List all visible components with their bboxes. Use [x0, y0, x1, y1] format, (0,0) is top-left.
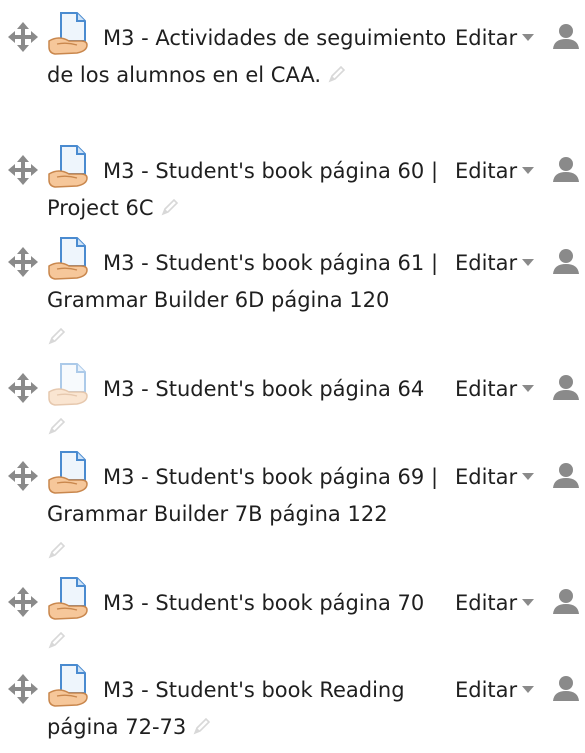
caret-down-icon — [522, 599, 535, 606]
activity-title-text[interactable]: M3 - Actividades de seguimiento de los a… — [47, 26, 446, 87]
activity-title-link[interactable]: M3 - Student's book página 64 — [47, 371, 447, 408]
user-icon[interactable] — [552, 155, 580, 183]
activity-title-link[interactable]: M3 - Student's book Reading página 72-73 — [47, 672, 447, 746]
caret-down-icon — [522, 473, 535, 480]
user-icon[interactable] — [552, 674, 580, 702]
user-icon[interactable] — [552, 373, 580, 401]
pencil-icon[interactable] — [327, 64, 347, 84]
activity-row: M3 - Student's book página 60 | Project … — [0, 153, 585, 227]
move-icon[interactable] — [8, 22, 38, 52]
move-icon[interactable] — [8, 373, 38, 403]
activity-title-link[interactable]: M3 - Actividades de seguimiento de los a… — [47, 20, 447, 94]
edit-menu-button[interactable]: Editar — [455, 585, 535, 622]
caret-down-icon — [522, 167, 535, 174]
edit-menu-button[interactable]: Editar — [455, 371, 535, 408]
move-icon[interactable] — [8, 461, 38, 491]
pencil-icon[interactable] — [47, 326, 67, 346]
move-icon[interactable] — [8, 247, 38, 277]
edit-menu-label: Editar — [455, 377, 518, 401]
caret-down-icon — [522, 34, 535, 41]
activity-title-link[interactable]: M3 - Student's book página 60 | Project … — [47, 153, 447, 227]
edit-menu-label: Editar — [455, 26, 518, 50]
edit-menu-button[interactable]: Editar — [455, 153, 535, 190]
user-icon[interactable] — [552, 587, 580, 615]
activity-row: M3 - Student's book Reading página 72-73… — [0, 672, 585, 750]
pencil-icon[interactable] — [160, 197, 180, 217]
user-icon[interactable] — [552, 247, 580, 275]
activity-title-text[interactable]: M3 - Student's book página 64 — [103, 377, 424, 401]
activity-title-text[interactable]: M3 - Student's book página 70 — [103, 591, 424, 615]
edit-menu-label: Editar — [455, 465, 518, 489]
move-icon[interactable] — [8, 587, 38, 617]
edit-menu-button[interactable]: Editar — [455, 459, 535, 496]
pencil-icon[interactable] — [47, 416, 67, 436]
activity-title-text[interactable]: M3 - Student's book página 61 | Grammar … — [47, 251, 438, 312]
activity-row: M3 - Student's book página 61 | Grammar … — [0, 245, 585, 355]
edit-menu-label: Editar — [455, 591, 518, 615]
edit-menu-label: Editar — [455, 251, 518, 275]
activity-row: M3 - Actividades de seguimiento de los a… — [0, 20, 585, 135]
caret-down-icon — [522, 259, 535, 266]
activity-title-text[interactable]: M3 - Student's book página 60 | Project … — [47, 159, 438, 220]
pencil-icon[interactable] — [47, 540, 67, 560]
activity-row: M3 - Student's book página 64 Editar — [0, 371, 585, 441]
activity-title-link[interactable]: M3 - Student's book página 69 | Grammar … — [47, 459, 447, 533]
activity-title-text[interactable]: M3 - Student's book página 69 | Grammar … — [47, 465, 438, 526]
activity-row: M3 - Student's book página 69 | Grammar … — [0, 459, 585, 569]
edit-menu-button[interactable]: Editar — [455, 245, 535, 282]
activity-title-link[interactable]: M3 - Student's book página 61 | Grammar … — [47, 245, 447, 319]
user-icon[interactable] — [552, 461, 580, 489]
user-icon[interactable] — [552, 22, 580, 50]
edit-menu-button[interactable]: Editar — [455, 20, 535, 57]
caret-down-icon — [522, 385, 535, 392]
activity-row: M3 - Student's book página 70 Editar — [0, 585, 585, 655]
activity-title-text[interactable]: M3 - Student's book Reading página 72-73 — [47, 678, 405, 739]
move-icon[interactable] — [8, 155, 38, 185]
edit-menu-button[interactable]: Editar — [455, 672, 535, 709]
caret-down-icon — [522, 686, 535, 693]
pencil-icon[interactable] — [192, 716, 212, 736]
pencil-icon[interactable] — [47, 630, 67, 650]
edit-menu-label: Editar — [455, 159, 518, 183]
edit-menu-label: Editar — [455, 678, 518, 702]
activity-title-link[interactable]: M3 - Student's book página 70 — [47, 585, 447, 622]
move-icon[interactable] — [8, 674, 38, 704]
